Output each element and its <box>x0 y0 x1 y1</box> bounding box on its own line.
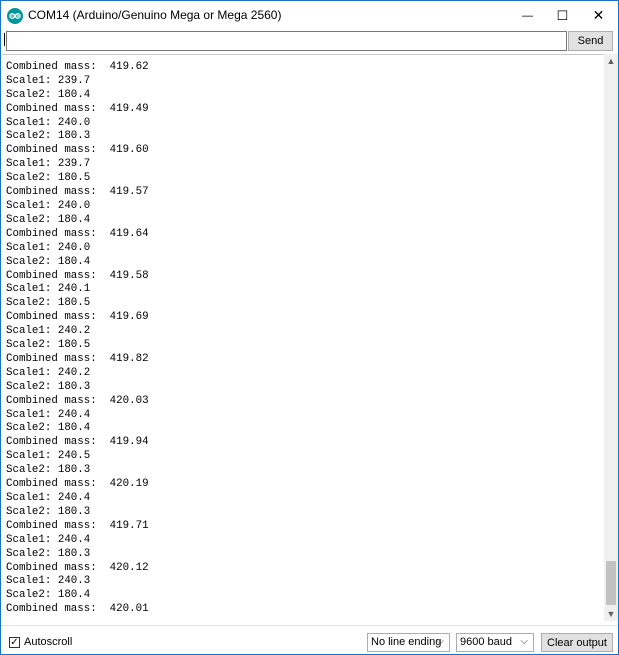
output-line: Scale1: 240.5 <box>6 450 91 463</box>
output-line: Combined mass: 419.58 <box>6 269 149 282</box>
output-line: Scale1: 239.7 <box>6 74 91 87</box>
output-line: Combined mass: 420.12 <box>6 561 149 574</box>
output-line: Scale2: 180.4 <box>6 255 91 268</box>
serial-input[interactable] <box>6 31 567 51</box>
output-line: Combined mass: 419.82 <box>6 352 149 365</box>
output-line: Scale2: 180.3 <box>6 380 91 393</box>
output-line: Scale2: 180.5 <box>6 339 91 352</box>
send-row: Send <box>1 30 618 54</box>
output-line: Combined mass: 419.57 <box>6 186 149 199</box>
output-line: Scale2: 180.5 <box>6 297 91 310</box>
checkmark-icon: ✓ <box>10 636 19 648</box>
baud-rate-select[interactable]: 9600 baud ⌵ <box>456 633 534 652</box>
minimize-button[interactable]: — <box>510 1 545 30</box>
serial-output[interactable]: Scale2: 180.6Combined mass: 419.62Scale1… <box>2 54 604 622</box>
chevron-down-icon: ⌵ <box>436 636 444 647</box>
output-line: Scale1: 240.0 <box>6 199 91 212</box>
output-line: Combined mass: 420.03 <box>6 394 149 407</box>
text-caret <box>4 33 5 46</box>
arduino-logo-icon <box>7 8 23 24</box>
chevron-down-icon: ⌵ <box>520 636 528 647</box>
close-button[interactable]: ✕ <box>581 1 616 30</box>
scroll-down-arrow-icon[interactable]: ▼ <box>604 607 618 621</box>
output-line: Scale1: 240.2 <box>6 366 91 379</box>
window-title: COM14 (Arduino/Genuino Mega or Mega 2560… <box>28 8 282 22</box>
output-line: Combined mass: 419.71 <box>6 519 149 532</box>
output-line: Combined mass: 419.62 <box>6 60 149 73</box>
clear-output-button[interactable]: Clear output <box>541 633 613 652</box>
output-line: Combined mass: 419.64 <box>6 227 149 240</box>
output-line: Scale1: 240.2 <box>6 325 91 338</box>
output-line: Scale2: 180.3 <box>6 505 91 518</box>
output-line: Scale1: 240.4 <box>6 533 91 546</box>
output-line: Scale1: 240.1 <box>6 283 91 296</box>
output-line: Scale2: 180.6 <box>6 55 149 61</box>
serial-monitor-window: COM14 (Arduino/Genuino Mega or Mega 2560… <box>0 0 619 655</box>
autoscroll-label: Autoscroll <box>24 636 73 648</box>
output-line: Scale1: 240.0 <box>6 241 91 254</box>
scrollbar-thumb[interactable] <box>606 561 616 605</box>
output-line: Combined mass: 420.19 <box>6 478 149 491</box>
output-line: Scale2: 180.4 <box>6 88 91 101</box>
output-line: Combined mass: 419.49 <box>6 102 149 115</box>
line-ending-value: No line ending <box>371 636 442 648</box>
output-line: Scale1: 240.4 <box>6 408 91 421</box>
output-line: Scale2: 180.3 <box>6 464 91 477</box>
output-line: Scale1: 240.4 <box>6 492 91 504</box>
output-line: Scale2: 180.3 <box>6 130 91 143</box>
send-button[interactable]: Send <box>568 31 613 51</box>
autoscroll-checkbox[interactable]: ✓ <box>9 637 20 648</box>
output-line: Scale1: 240.0 <box>6 116 91 129</box>
scroll-up-arrow-icon[interactable]: ▲ <box>604 54 618 68</box>
minimize-icon: — <box>522 9 533 22</box>
title-bar: COM14 (Arduino/Genuino Mega or Mega 2560… <box>1 1 618 30</box>
line-ending-select[interactable]: No line ending ⌵ <box>367 633 450 652</box>
output-line: Combined mass: 419.69 <box>6 311 149 324</box>
vertical-scrollbar[interactable]: ▲ ▼ <box>604 54 618 621</box>
maximize-button[interactable]: ☐ <box>545 1 580 30</box>
output-line: Combined mass: 420.01 <box>6 603 149 616</box>
output-line: Scale1: 240.3 <box>6 575 91 588</box>
output-line: Scale2: 180.3 <box>6 547 91 560</box>
output-line: Scale2: 180.4 <box>6 422 91 435</box>
close-icon: ✕ <box>592 7 605 23</box>
output-line: Combined mass: 419.60 <box>6 144 149 157</box>
maximize-icon: ☐ <box>556 7 569 23</box>
baud-rate-value: 9600 baud <box>460 636 512 648</box>
output-text: Scale2: 180.6Combined mass: 419.62Scale1… <box>6 55 149 617</box>
output-line: Scale2: 180.4 <box>6 213 91 226</box>
output-line: Scale1: 239.7 <box>6 158 91 171</box>
output-line: Scale2: 180.5 <box>6 172 91 185</box>
output-line: Combined mass: 419.94 <box>6 436 149 449</box>
output-line: Scale2: 180.4 <box>6 589 91 602</box>
bottom-toolbar: ✓ Autoscroll No line ending ⌵ 9600 baud … <box>1 625 618 654</box>
